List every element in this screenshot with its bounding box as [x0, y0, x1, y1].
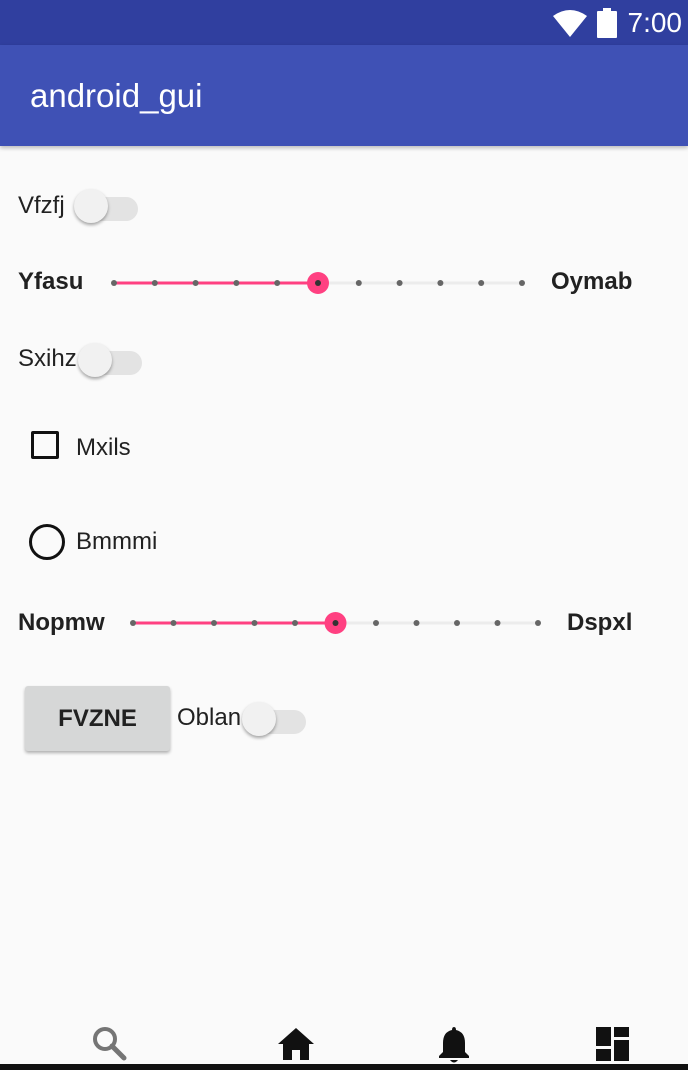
- slider-nopmw[interactable]: [123, 608, 548, 638]
- slider-tick: [111, 280, 117, 286]
- slider-tick: [454, 620, 460, 626]
- radio-bmmmi[interactable]: [29, 524, 65, 560]
- slider-thumb-tick: [332, 620, 339, 626]
- switch-sxihz[interactable]: [78, 339, 148, 379]
- slider-tick: [274, 280, 281, 286]
- dashboard-icon[interactable]: [593, 1024, 633, 1064]
- slider-tick: [292, 620, 298, 626]
- checkbox-mxils[interactable]: [31, 431, 59, 459]
- app-bar: android_gui: [0, 45, 688, 146]
- slider-tick: [494, 620, 501, 626]
- slider-nopmw-right-label: Dspxl: [567, 609, 633, 636]
- slider-tick: [211, 620, 217, 626]
- slider-yfasu-left-label: Yfasu: [18, 268, 84, 295]
- status-bar: 7:00: [0, 0, 688, 45]
- switch-thumb: [242, 702, 276, 736]
- slider-track-svg: [111, 272, 525, 294]
- wifi-icon: [553, 10, 587, 37]
- slider-tick: [233, 280, 240, 286]
- slider-yfasu[interactable]: [104, 268, 532, 298]
- slider-nopmw-left-label: Nopmw: [18, 609, 105, 636]
- home-icon[interactable]: [276, 1024, 316, 1064]
- switch-vfzfj-label: Vfzfj: [18, 192, 65, 219]
- slider-tick: [151, 280, 158, 286]
- slider-tick: [130, 620, 136, 626]
- slider-thumb-tick: [315, 280, 321, 286]
- bottom-navigation: [0, 1010, 688, 1070]
- slider-tick: [478, 280, 485, 286]
- slider-tick: [355, 280, 362, 286]
- slider-tick: [519, 280, 525, 286]
- fvzne-button[interactable]: FVZNE: [25, 686, 170, 751]
- switch-sxihz-label: Sxihz: [18, 345, 77, 372]
- slider-tick: [373, 620, 379, 626]
- switch-oblan-label: Oblan: [177, 704, 242, 731]
- switch-thumb: [74, 189, 108, 223]
- switch-thumb: [78, 343, 112, 377]
- slider-tick: [413, 620, 420, 626]
- search-icon[interactable]: [90, 1024, 130, 1064]
- slider-tick: [535, 620, 541, 626]
- slider-tick: [170, 620, 177, 626]
- slider-tick: [251, 620, 258, 626]
- slider-tick: [437, 280, 444, 286]
- slider-tick: [192, 280, 199, 286]
- radio-bmmmi-label: Bmmmi: [76, 528, 158, 555]
- switch-vfzfj[interactable]: [74, 185, 144, 225]
- app-title: android_gui: [30, 77, 203, 114]
- slider-yfasu-right-label: Oymab: [551, 268, 633, 295]
- bell-icon[interactable]: [434, 1024, 474, 1064]
- battery-icon: [597, 8, 617, 38]
- slider-tick: [396, 280, 403, 286]
- status-time: 7:00: [627, 7, 683, 38]
- nav-bar-bottom-edge: [0, 1064, 688, 1070]
- switch-oblan[interactable]: [242, 698, 312, 738]
- slider-track-svg: [130, 612, 541, 634]
- checkbox-mxils-label: Mxils: [76, 434, 131, 461]
